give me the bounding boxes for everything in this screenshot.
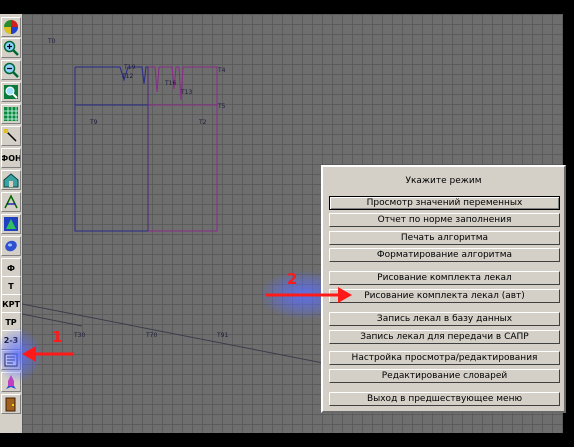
- arrow-head-icon: [338, 287, 352, 303]
- arrow-head-icon: [22, 346, 36, 362]
- annotation-marker-2: 2: [287, 270, 298, 288]
- annotation-marker-1: 1: [52, 328, 63, 346]
- annotation-arrows: [22, 287, 352, 362]
- app-window: Т0 Т12 Т19 Т16 Т13 Т4 Т5 Т9 Т2 Т30 Т70 Т…: [0, 0, 574, 447]
